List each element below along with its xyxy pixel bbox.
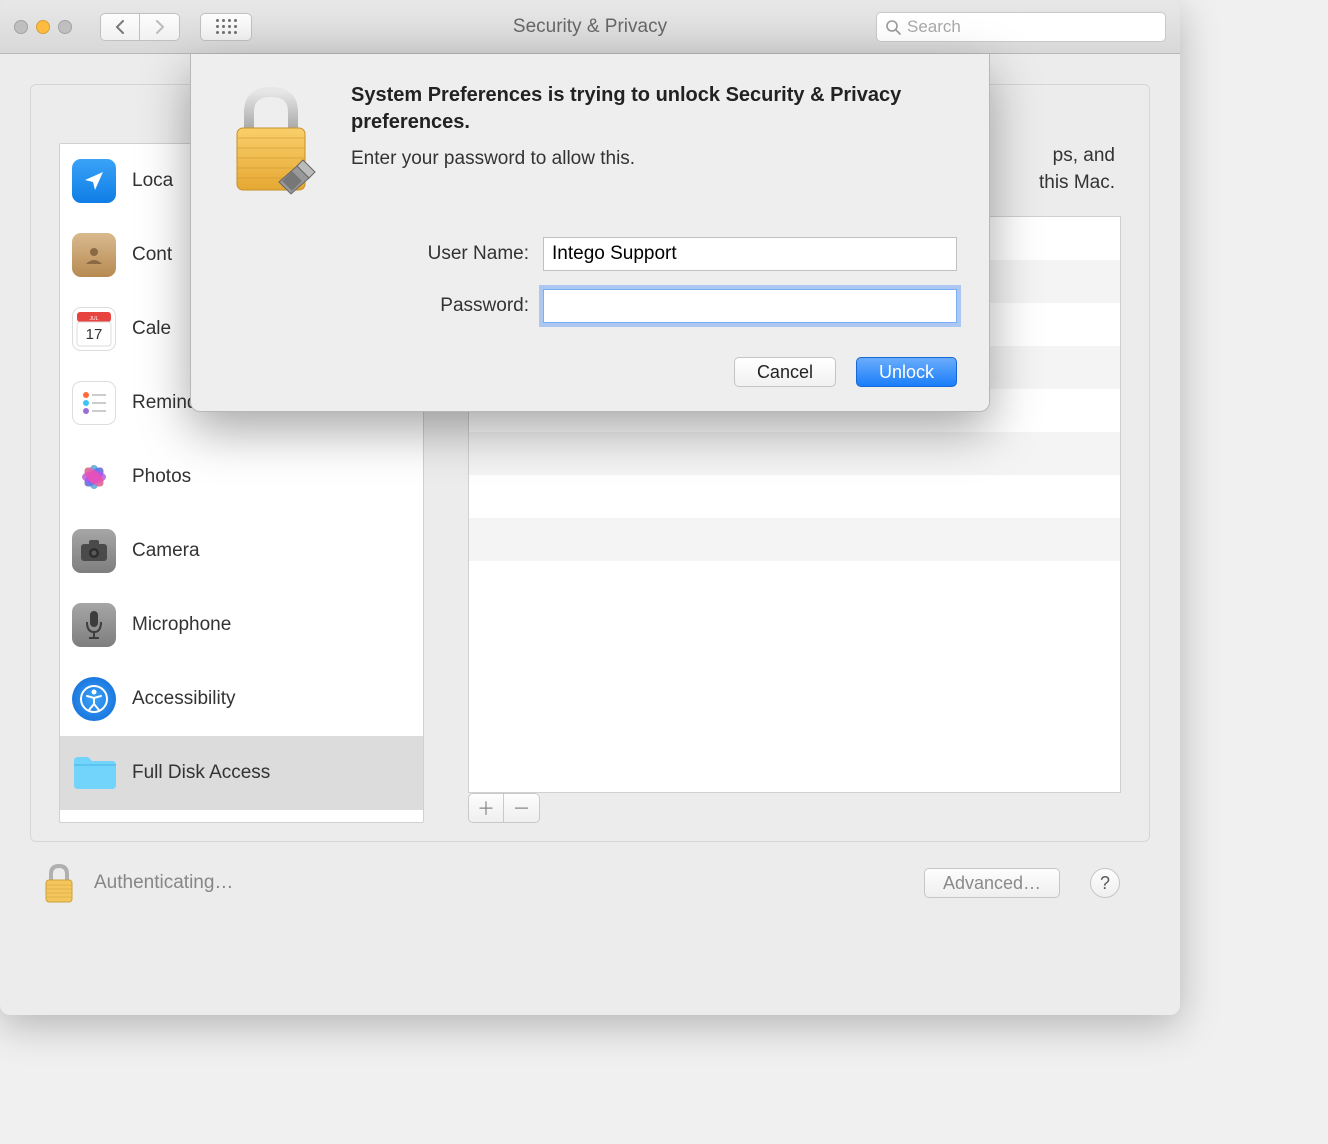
sidebar-item-label: Cale — [132, 318, 171, 340]
back-button[interactable] — [100, 13, 140, 41]
forward-button[interactable] — [140, 13, 180, 41]
sidebar-item-label: Camera — [132, 540, 200, 562]
sidebar-item-label: Photos — [132, 466, 191, 488]
lock-status-text: Authenticating… — [94, 872, 233, 894]
advanced-button[interactable]: Advanced… — [924, 868, 1060, 898]
grid-icon — [216, 19, 237, 34]
sidebar-item-label: Microphone — [132, 614, 231, 636]
unlock-button[interactable]: Unlock — [856, 357, 957, 387]
plus-icon: ＋ — [477, 795, 495, 821]
photos-icon — [72, 455, 116, 499]
sidebar-item-camera[interactable]: Camera — [60, 514, 423, 588]
titlebar: Security & Privacy — [0, 0, 1180, 54]
sidebar-item-accessibility[interactable]: Accessibility — [60, 662, 423, 736]
folder-icon — [72, 751, 116, 795]
cancel-button[interactable]: Cancel — [734, 357, 836, 387]
sidebar-item-full-disk-access[interactable]: Full Disk Access — [60, 736, 423, 810]
footer: Authenticating… Advanced… ? — [30, 842, 1150, 904]
help-button[interactable]: ? — [1090, 868, 1120, 898]
sidebar-item-label: Loca — [132, 170, 173, 192]
sidebar-item-label: Accessibility — [132, 688, 235, 710]
camera-icon — [72, 529, 116, 573]
minimize-window-button[interactable] — [36, 20, 50, 34]
lock-icon[interactable] — [42, 862, 76, 904]
list-row — [469, 432, 1120, 475]
close-window-button[interactable] — [14, 20, 28, 34]
add-app-button[interactable]: ＋ — [468, 793, 504, 823]
chevron-right-icon — [155, 20, 165, 34]
zoom-window-button[interactable] — [58, 20, 72, 34]
search-icon — [885, 19, 901, 35]
auth-heading: System Preferences is trying to unlock S… — [351, 82, 957, 136]
sidebar-item-label: Cont — [132, 244, 172, 266]
show-all-button[interactable] — [200, 13, 252, 41]
help-icon: ? — [1100, 873, 1110, 894]
location-icon — [72, 159, 116, 203]
sidebar-item-photos[interactable]: Photos — [60, 440, 423, 514]
chevron-left-icon — [115, 20, 125, 34]
password-input[interactable] — [543, 289, 957, 323]
preferences-window: Security & Privacy Loca Cont — [0, 0, 1180, 1015]
auth-subheading: Enter your password to allow this. — [351, 148, 957, 170]
svg-text:17: 17 — [86, 326, 103, 343]
username-input[interactable] — [543, 237, 957, 271]
reminders-icon — [72, 381, 116, 425]
password-label: Password: — [223, 295, 543, 317]
list-row — [469, 475, 1120, 518]
remove-app-button[interactable]: － — [504, 793, 540, 823]
calendar-icon: 17 JUL — [72, 307, 116, 351]
list-row — [469, 518, 1120, 561]
traffic-lights — [14, 20, 72, 34]
auth-dialog: System Preferences is trying to unlock S… — [190, 54, 990, 412]
sidebar-item-label: Full Disk Access — [132, 762, 270, 784]
microphone-icon — [72, 603, 116, 647]
search-field[interactable] — [876, 12, 1166, 42]
search-input[interactable] — [907, 17, 1157, 37]
accessibility-icon — [72, 677, 116, 721]
add-remove-buttons: ＋ － — [468, 793, 1121, 823]
minus-icon: － — [513, 795, 531, 821]
username-label: User Name: — [223, 243, 543, 265]
contacts-icon — [72, 233, 116, 277]
auth-lock-icon — [223, 82, 319, 207]
sidebar-item-microphone[interactable]: Microphone — [60, 588, 423, 662]
nav-buttons — [100, 13, 180, 41]
svg-text:JUL: JUL — [90, 316, 99, 322]
